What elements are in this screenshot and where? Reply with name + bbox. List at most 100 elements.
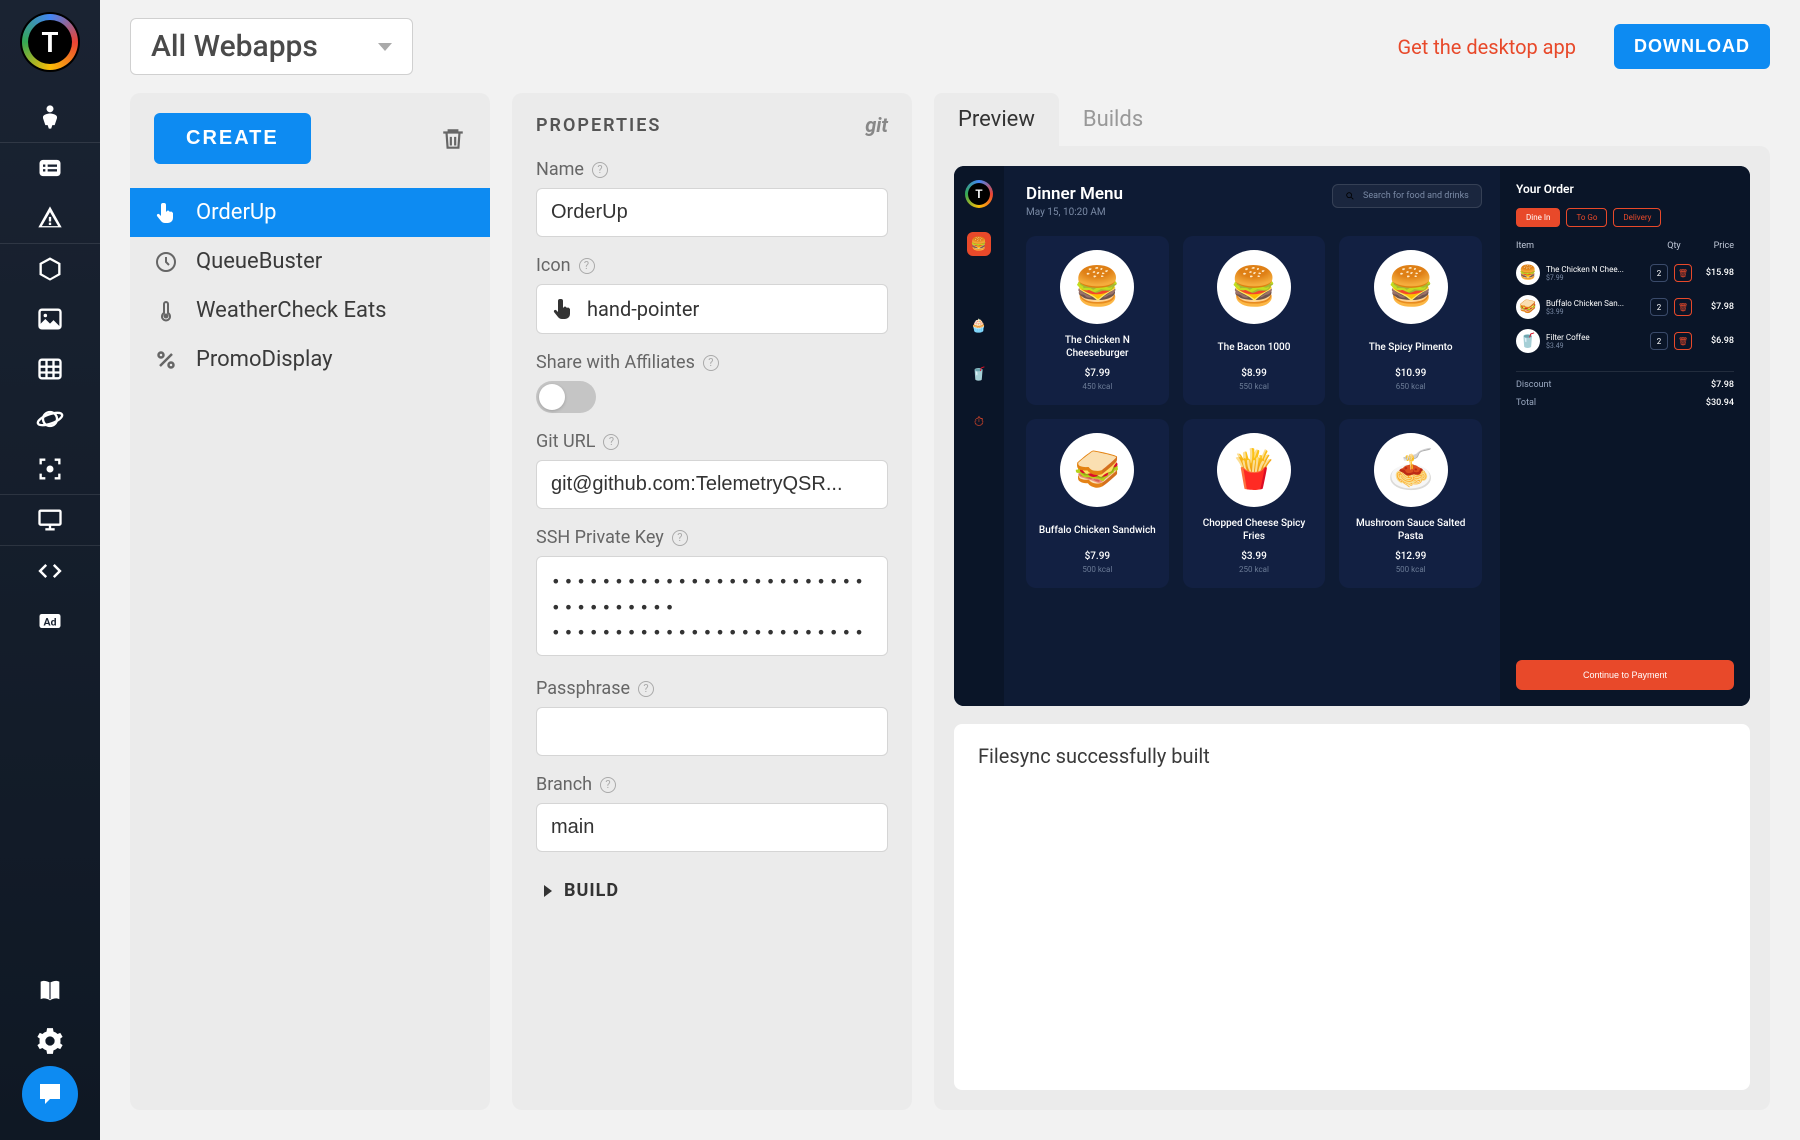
continue-payment-button[interactable]: Continue to Payment xyxy=(1516,660,1734,690)
nav-monitor-icon[interactable] xyxy=(0,495,100,545)
order-tab[interactable]: Dine In xyxy=(1516,208,1560,227)
menu-image: 🍔 xyxy=(1060,250,1134,324)
app-item-label: WeatherCheck Eats xyxy=(196,298,387,323)
menu-image: 🥪 xyxy=(1060,433,1134,507)
preview-title: Dinner Menu xyxy=(1026,184,1123,204)
nav-code-icon[interactable] xyxy=(0,546,100,596)
nav-list-icon[interactable] xyxy=(0,143,100,193)
discount-value: $7.98 xyxy=(1711,380,1734,390)
app-item-weathercheck[interactable]: WeatherCheck Eats xyxy=(130,286,490,335)
ssh-input[interactable]: ••••••••••••••••••••••••••••••••••• ••••… xyxy=(536,556,888,656)
menu-card[interactable]: 🥪 Buffalo Chicken Sandwich $7.99 500 kca… xyxy=(1026,419,1169,588)
nav-settings-icon[interactable] xyxy=(0,1016,100,1066)
help-icon[interactable]: ? xyxy=(638,681,654,697)
nav-planet-icon[interactable] xyxy=(0,394,100,444)
preview-logo xyxy=(965,180,993,208)
order-delete-button[interactable]: 🗑 xyxy=(1674,332,1692,350)
download-button[interactable]: DOWNLOAD xyxy=(1614,24,1770,69)
app-item-label: QueueBuster xyxy=(196,249,322,274)
help-icon[interactable]: ? xyxy=(592,162,608,178)
order-item-price: $7.98 xyxy=(1698,302,1734,312)
menu-item-name: Buffalo Chicken Sandwich xyxy=(1039,517,1156,543)
app-logo xyxy=(20,12,80,72)
app-item-orderup[interactable]: OrderUp xyxy=(130,188,490,237)
order-qty-box[interactable]: 2 xyxy=(1650,298,1668,316)
app-list-panel: CREATE OrderUp QueueBuster WeatherCheck … xyxy=(130,93,490,1110)
order-qty-box[interactable]: 2 xyxy=(1650,332,1668,350)
order-delete-button[interactable]: 🗑 xyxy=(1674,264,1692,282)
menu-item-kcal: 550 kcal xyxy=(1239,382,1269,391)
help-icon[interactable]: ? xyxy=(579,258,595,274)
preview-panel: Preview Builds 🍔 🧁 🥤 ⏱ xyxy=(934,93,1770,1110)
nav-box-icon[interactable] xyxy=(0,244,100,294)
giturl-label: Git URL? xyxy=(536,431,888,452)
percent-icon xyxy=(154,348,178,372)
build-section-toggle[interactable]: BUILD xyxy=(536,870,888,901)
tab-preview[interactable]: Preview xyxy=(934,93,1059,146)
help-icon[interactable]: ? xyxy=(603,434,619,450)
nav-focus-icon[interactable] xyxy=(0,444,100,494)
chat-support-button[interactable] xyxy=(22,1066,78,1122)
total-value: $30.94 xyxy=(1706,398,1734,408)
order-tab[interactable]: Delivery xyxy=(1613,208,1661,227)
svg-text:Ad: Ad xyxy=(44,616,57,629)
name-input[interactable] xyxy=(536,188,888,237)
menu-item-price: $7.99 xyxy=(1085,368,1111,379)
menu-item-price: $3.99 xyxy=(1241,551,1267,562)
help-icon[interactable]: ? xyxy=(600,777,616,793)
preview-nav-clock-icon[interactable]: ⏱ xyxy=(967,410,991,434)
order-item-price: $15.98 xyxy=(1698,268,1734,278)
order-item-name: Filter Coffee xyxy=(1546,333,1644,342)
menu-item-name: Chopped Cheese Spicy Fries xyxy=(1193,517,1316,543)
get-desktop-link[interactable]: Get the desktop app xyxy=(1398,35,1577,59)
properties-panel: PROPERTIES git Name? Icon? hand-pointer … xyxy=(512,93,912,1110)
nav-ad-icon[interactable]: Ad xyxy=(0,596,100,646)
nav-grid-icon[interactable] xyxy=(0,344,100,394)
delete-icon[interactable] xyxy=(440,126,466,152)
giturl-input[interactable] xyxy=(536,460,888,509)
order-head-qty: Qty xyxy=(1654,241,1694,251)
menu-card[interactable]: 🍝 Mushroom Sauce Salted Pasta $12.99 500… xyxy=(1339,419,1482,588)
menu-item-name: The Bacon 1000 xyxy=(1218,334,1291,360)
share-toggle[interactable] xyxy=(536,381,596,413)
order-delete-button[interactable]: 🗑 xyxy=(1674,298,1692,316)
create-button[interactable]: CREATE xyxy=(154,113,311,164)
preview-nav-cup-icon[interactable]: 🥤 xyxy=(967,362,991,386)
icon-input[interactable]: hand-pointer xyxy=(536,284,888,334)
nav-warning-icon[interactable] xyxy=(0,193,100,243)
menu-card[interactable]: 🍔 The Chicken N Cheeseburger $7.99 450 k… xyxy=(1026,236,1169,405)
nav-user-icon[interactable] xyxy=(0,92,100,142)
help-icon[interactable]: ? xyxy=(672,530,688,546)
preview-nav-burger-icon[interactable]: 🍔 xyxy=(967,232,991,256)
menu-card[interactable]: 🍔 The Bacon 1000 $8.99 550 kcal xyxy=(1183,236,1326,405)
order-item-subprice: $3.99 xyxy=(1546,308,1644,316)
preview-sidebar: 🍔 🧁 🥤 ⏱ xyxy=(954,166,1004,706)
help-icon[interactable]: ? xyxy=(703,355,719,371)
nav-image-icon[interactable] xyxy=(0,294,100,344)
order-tab[interactable]: To Go xyxy=(1566,208,1607,227)
workspace-dropdown-label: All Webapps xyxy=(151,29,318,64)
branch-input[interactable] xyxy=(536,803,888,852)
order-head-price: Price xyxy=(1694,241,1734,251)
passphrase-input[interactable] xyxy=(536,707,888,756)
hand-pointer-icon xyxy=(551,297,575,321)
preview-search-input[interactable]: Search for food and drinks xyxy=(1332,184,1482,208)
menu-item-price: $7.99 xyxy=(1085,551,1111,562)
menu-item-price: $8.99 xyxy=(1241,368,1267,379)
order-row: 🥤 Filter Coffee $3.49 2 🗑 $6.98 xyxy=(1516,329,1734,353)
menu-card[interactable]: 🍔 The Spicy Pimento $10.99 650 kcal xyxy=(1339,236,1482,405)
order-head-item: Item xyxy=(1516,241,1654,251)
nav-book-icon[interactable] xyxy=(0,966,100,1016)
menu-card[interactable]: 🍟 Chopped Cheese Spicy Fries $3.99 250 k… xyxy=(1183,419,1326,588)
app-item-queuebuster[interactable]: QueueBuster xyxy=(130,237,490,286)
app-item-promodisplay[interactable]: PromoDisplay xyxy=(130,335,490,384)
share-label: Share with Affiliates? xyxy=(536,352,888,373)
workspace-dropdown[interactable]: All Webapps xyxy=(130,18,413,75)
order-item-thumb: 🥪 xyxy=(1516,295,1540,319)
tab-builds[interactable]: Builds xyxy=(1059,93,1167,146)
order-qty-box[interactable]: 2 xyxy=(1650,264,1668,282)
preview-nav-cupcake-icon[interactable]: 🧁 xyxy=(967,314,991,338)
menu-item-price: $12.99 xyxy=(1395,551,1426,562)
order-item-subprice: $7.99 xyxy=(1546,274,1644,282)
chevron-down-icon xyxy=(378,43,392,51)
